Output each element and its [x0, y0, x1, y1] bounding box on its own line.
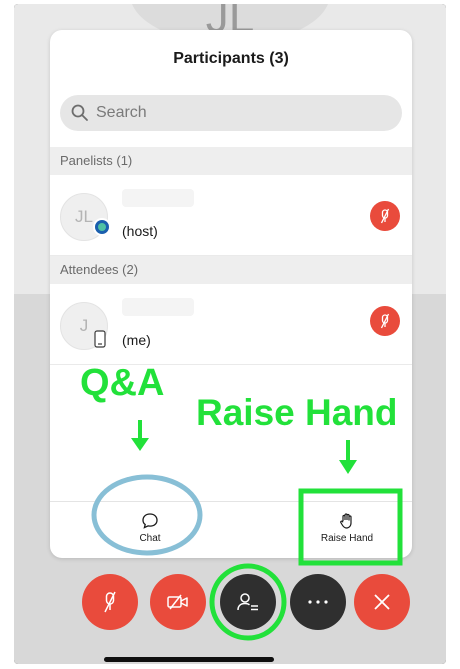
qa-annotation-label: Q&A [80, 362, 165, 404]
panel-bottom-bar: Chat Raise Hand [50, 501, 412, 558]
participant-row-me[interactable]: J (me) [50, 284, 412, 365]
search-input[interactable] [94, 103, 378, 123]
participants-panel: Participants (3) Panelists (1) JL (host) [50, 30, 412, 558]
close-icon [374, 594, 390, 610]
more-icon [308, 600, 328, 604]
search-bar[interactable] [60, 95, 402, 131]
participant-name [122, 298, 194, 316]
hand-icon [340, 513, 352, 529]
mobile-device-icon [94, 330, 106, 348]
video-button[interactable] [150, 574, 206, 630]
more-button[interactable] [290, 574, 346, 630]
video-off-icon [167, 594, 188, 610]
leave-button[interactable] [354, 574, 410, 630]
participants-icon [237, 593, 258, 611]
meeting-window: JL Participants (3) Panelists (1) JL (ho… [14, 4, 446, 664]
mic-muted-icon [380, 208, 390, 224]
participant-name [122, 189, 194, 207]
participant-role: (me) [122, 332, 151, 348]
participant-role: (host) [122, 223, 158, 239]
participants-button[interactable] [220, 574, 276, 630]
mute-button[interactable] [82, 574, 138, 630]
raise-hand-label: Raise Hand [320, 533, 374, 544]
mute-toggle-button[interactable] [370, 306, 400, 336]
call-controls [14, 574, 446, 634]
mic-muted-icon [104, 591, 116, 613]
presenter-badge-icon [93, 218, 111, 236]
mute-toggle-button[interactable] [370, 201, 400, 231]
home-indicator [104, 657, 274, 662]
raise-hand-annotation-label: Raise Hand [196, 392, 398, 433]
section-header-panelists: Panelists (1) [50, 147, 412, 175]
section-header-attendees: Attendees (2) [50, 256, 412, 284]
chat-bubble-icon [142, 513, 158, 529]
chat-button[interactable]: Chat [130, 512, 170, 544]
panel-title: Participants (3) [173, 50, 289, 67]
chat-label: Chat [139, 533, 161, 544]
raise-hand-button[interactable]: Raise Hand [312, 512, 382, 544]
mic-muted-icon [380, 313, 390, 329]
participant-row-host[interactable]: JL (host) [50, 175, 412, 256]
search-icon [71, 104, 88, 121]
